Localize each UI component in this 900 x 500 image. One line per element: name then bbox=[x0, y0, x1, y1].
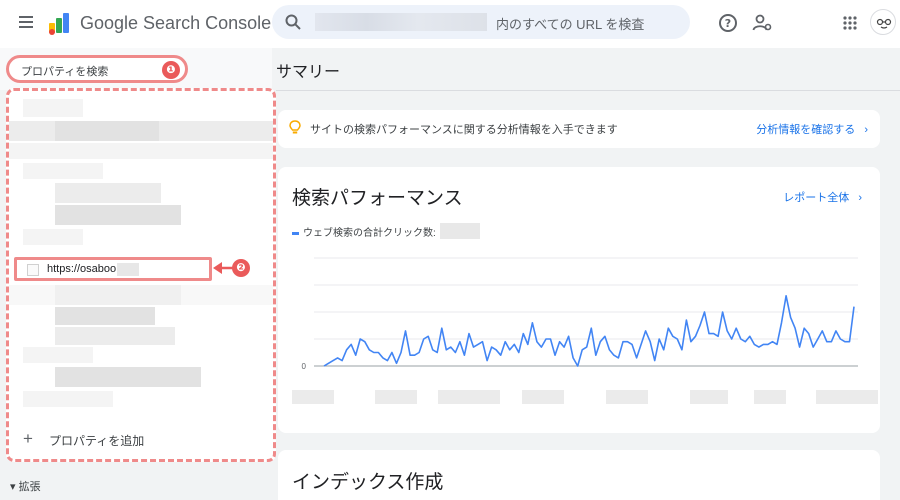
chevron-right-icon: › bbox=[864, 124, 868, 136]
page-title: サマリー bbox=[276, 64, 341, 81]
avatar-face-icon bbox=[876, 18, 892, 29]
insights-text: サイトの検索パフォーマンスに関する分析情報を入手できます bbox=[310, 124, 618, 136]
chevron-right-icon: › bbox=[858, 192, 862, 204]
url-inspection-search[interactable]: 内のすべての URL を検査 bbox=[272, 5, 690, 39]
add-property-button[interactable]: + プロパティを追加 bbox=[9, 421, 273, 459]
property-item-osaboo[interactable]: https://osaboo bbox=[14, 257, 212, 281]
redacted-x-label bbox=[438, 390, 500, 404]
property-search-label: プロパティを検索 bbox=[21, 66, 109, 78]
avatar[interactable] bbox=[870, 9, 896, 35]
redacted-property bbox=[55, 205, 181, 225]
redacted-x-label bbox=[816, 390, 878, 404]
series-line-clicks bbox=[323, 294, 855, 367]
view-insights-link[interactable]: 分析情報を確認する › bbox=[756, 121, 868, 137]
full-report-link[interactable]: レポート全体 › bbox=[783, 189, 862, 205]
insights-card: サイトの検索パフォーマンスに関する分析情報を入手できます 分析情報を確認する › bbox=[278, 110, 880, 148]
indexing-title: インデックス作成 bbox=[292, 472, 444, 493]
caret-down-icon: ▾ bbox=[10, 481, 16, 493]
search-icon bbox=[285, 14, 301, 30]
redacted-x-label bbox=[606, 390, 648, 404]
top-app-bar: Google Search Console 内のすべての URL を検査 ? bbox=[0, 0, 900, 48]
redacted-x-label bbox=[690, 390, 728, 404]
plus-icon: + bbox=[23, 429, 33, 448]
redacted-property bbox=[23, 229, 83, 245]
property-search-input[interactable]: プロパティを検索 bbox=[6, 55, 188, 83]
menu-icon[interactable] bbox=[15, 13, 37, 35]
full-report-label: レポート全体 bbox=[783, 192, 850, 204]
clicks-line-chart: 0 bbox=[302, 257, 858, 371]
y-tick-label: 0 bbox=[302, 362, 307, 371]
redacted-x-label bbox=[522, 390, 564, 404]
annotation-badge-1: ❶ bbox=[162, 61, 180, 79]
redacted-property bbox=[23, 99, 83, 117]
redacted-property bbox=[9, 285, 273, 305]
redacted-click-count bbox=[440, 223, 480, 239]
redacted-property bbox=[23, 347, 93, 363]
redacted-property bbox=[55, 121, 159, 141]
redacted-property bbox=[55, 183, 161, 203]
add-property-label: プロパティを追加 bbox=[49, 434, 145, 448]
redacted-url-suffix bbox=[117, 263, 139, 276]
redacted-domain bbox=[315, 13, 487, 31]
redacted-x-label bbox=[375, 390, 417, 404]
performance-title: 検索パフォーマンス bbox=[292, 188, 463, 209]
divider bbox=[276, 90, 900, 91]
view-insights-label: 分析情報を確認する bbox=[756, 124, 856, 136]
redacted-property bbox=[55, 327, 175, 345]
redacted-property bbox=[55, 367, 201, 387]
legend-label: ウェブ検索の合計クリック数: bbox=[303, 228, 436, 239]
app-title: Google Search Console bbox=[80, 13, 272, 33]
annotation-badge-2: ❷ bbox=[232, 259, 250, 277]
svg-text:?: ? bbox=[725, 17, 731, 30]
property-url: https://osaboo bbox=[47, 263, 117, 275]
redacted-property bbox=[9, 143, 273, 159]
redacted-property bbox=[23, 391, 113, 407]
redacted-property bbox=[55, 307, 155, 325]
chart-legend: ウェブ検索の合計クリック数: bbox=[292, 224, 436, 239]
expand-section-toggle[interactable]: ▾ 拡張 bbox=[10, 478, 41, 494]
redacted-property bbox=[23, 163, 103, 179]
expand-label: 拡張 bbox=[18, 481, 41, 493]
legend-swatch bbox=[292, 231, 299, 235]
search-console-logo-icon bbox=[49, 13, 69, 35]
redacted-x-label bbox=[754, 390, 786, 404]
redacted-x-label bbox=[292, 390, 334, 404]
apps-icon[interactable] bbox=[839, 12, 861, 34]
indexing-card: インデックス作成 bbox=[278, 450, 880, 500]
lightbulb-icon bbox=[289, 120, 301, 134]
site-favicon-icon bbox=[27, 264, 39, 276]
help-icon[interactable]: ? bbox=[717, 12, 739, 34]
manage-users-icon[interactable] bbox=[751, 12, 773, 34]
performance-card: 検索パフォーマンス レポート全体 › ウェブ検索の合計クリック数: 0 bbox=[278, 167, 880, 433]
search-input[interactable]: 内のすべての URL を検査 bbox=[496, 14, 644, 33]
